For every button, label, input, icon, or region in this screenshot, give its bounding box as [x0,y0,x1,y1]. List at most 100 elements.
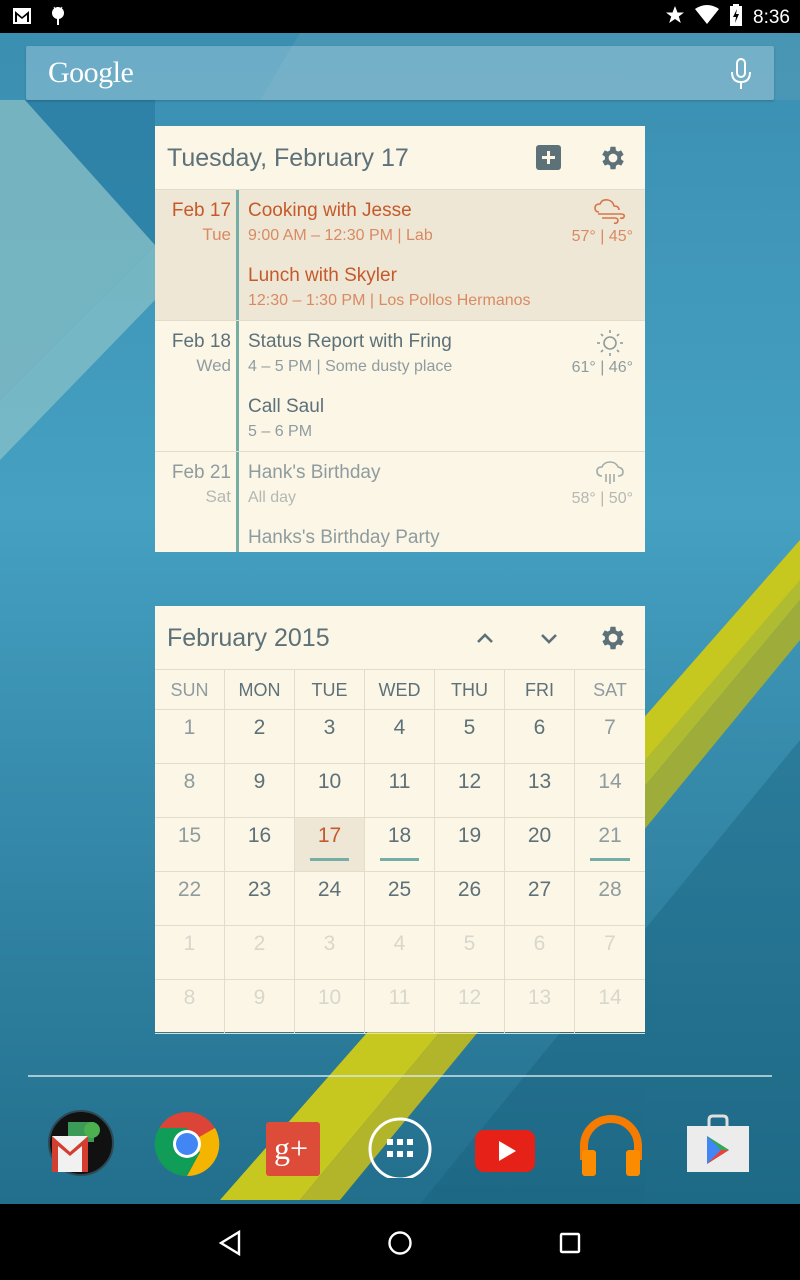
day-number: 4 [393,932,406,955]
calendar-day-cell[interactable]: 1 [155,710,225,764]
android-debug-icon [50,6,66,31]
calendar-day-cell[interactable]: 23 [225,872,295,926]
gear-icon[interactable] [598,143,628,178]
calendar-day-cell[interactable]: 12 [435,764,505,818]
app-drawer-icon[interactable] [365,1108,435,1181]
calendar-day-cell[interactable]: 22 [155,872,225,926]
google-logo: Google [48,56,134,89]
calendar-day-cell[interactable]: 4 [365,710,435,764]
back-icon[interactable] [215,1228,245,1258]
day-date: Feb 17 [171,200,231,221]
event-item[interactable]: Lunch with Skyler 12:30 – 1:30 PM | Los … [239,255,645,320]
event-title: Cooking with Jesse [248,200,412,221]
chevron-up-icon[interactable] [473,628,497,653]
star-icon [665,5,685,30]
calendar-day-cell-next-month[interactable]: 7 [575,926,645,980]
day-number: 7 [604,716,616,739]
day-number: 12 [457,986,482,1009]
day-label: Feb 18 Wed [155,331,231,379]
calendar-day-cell-next-month[interactable]: 5 [435,926,505,980]
calendar-day-cell[interactable]: 21 [575,818,645,872]
day-number: 2 [253,932,266,955]
calendar-day-cell-next-month[interactable]: 6 [505,926,575,980]
agenda-day-feb21[interactable]: Feb 21 Sat 58° | 50° Hank's Birthday All… [155,452,645,552]
google-search-bar[interactable]: Google [26,46,774,100]
headphones-icon[interactable] [576,1108,646,1178]
calendar-day-cell-next-month[interactable]: 11 [365,980,435,1034]
month-header: February 2015 [155,606,645,670]
agenda-title[interactable]: Tuesday, February 17 [167,144,409,173]
calendar-day-cell[interactable]: 27 [505,872,575,926]
calendar-day-cell[interactable]: 13 [505,764,575,818]
youtube-icon[interactable] [470,1108,540,1178]
calendar-day-cell[interactable]: 17 [295,818,365,872]
agenda-day-feb18[interactable]: Feb 18 Wed 61° | 46° Status Report with … [155,321,645,452]
gmail-notification-icon [12,7,32,30]
weekday-label: TUE [295,670,365,710]
agenda-header: Tuesday, February 17 [155,126,645,190]
chrome-icon[interactable] [152,1108,222,1178]
calendar-day-cell-next-month[interactable]: 10 [295,980,365,1034]
day-number: 12 [457,770,482,793]
calendar-day-cell[interactable]: 24 [295,872,365,926]
google-plus-icon[interactable]: g+ [258,1108,328,1178]
home-icon[interactable] [385,1228,415,1258]
calendar-day-cell-next-month[interactable]: 13 [505,980,575,1034]
calendar-day-cell[interactable]: 26 [435,872,505,926]
add-event-icon[interactable] [536,145,561,170]
day-number: 10 [317,986,342,1009]
day-weekday: Tue [202,225,231,244]
play-store-icon[interactable] [683,1108,753,1178]
calendar-day-cell-next-month[interactable]: 2 [225,926,295,980]
event-details: 9:00 AM – 12:30 PM | Lab [248,227,433,244]
google-plus-label: g+ [274,1130,309,1166]
calendar-day-cell[interactable]: 3 [295,710,365,764]
calendar-day-cell-next-month[interactable]: 4 [365,926,435,980]
weekday-label: SAT [575,670,645,710]
event-list: Hank's Birthday All day Hanks's Birthday… [236,452,645,552]
calendar-day-cell-next-month[interactable]: 8 [155,980,225,1034]
calendar-day-cell[interactable]: 5 [435,710,505,764]
recents-icon[interactable] [555,1228,585,1258]
agenda-day-feb17[interactable]: Feb 17 Tue 57° | 45° Cooking with Jesse … [155,190,645,321]
calendar-day-cell[interactable]: 14 [575,764,645,818]
calendar-day-cell-next-month[interactable]: 12 [435,980,505,1034]
calendar-day-cell[interactable]: 19 [435,818,505,872]
month-title[interactable]: February 2015 [167,624,330,653]
calendar-day-cell[interactable]: 18 [365,818,435,872]
event-item[interactable]: Call Saul 5 – 6 PM [239,386,645,451]
calendar-day-cell[interactable]: 7 [575,710,645,764]
calendar-day-cell-next-month[interactable]: 14 [575,980,645,1034]
chevron-down-icon[interactable] [537,628,561,653]
calendar-day-cell-next-month[interactable]: 3 [295,926,365,980]
event-item[interactable]: Hanks's Birthday Party [239,517,645,552]
event-indicator [590,858,630,861]
gear-icon[interactable] [598,623,628,658]
calendar-day-cell[interactable]: 2 [225,710,295,764]
calendar-day-cell[interactable]: 28 [575,872,645,926]
mic-icon[interactable] [730,58,752,95]
event-indicator [310,858,349,861]
day-number: 20 [527,824,552,847]
calendar-day-cell[interactable]: 11 [365,764,435,818]
calendar-day-cell[interactable]: 8 [155,764,225,818]
calendar-day-cell[interactable]: 16 [225,818,295,872]
event-item[interactable]: Cooking with Jesse 9:00 AM – 12:30 PM | … [239,190,645,255]
event-details: 4 – 5 PM | Some dusty place [248,358,453,375]
calendar-day-cell[interactable]: 10 [295,764,365,818]
calendar-day-cell[interactable]: 6 [505,710,575,764]
calendar-day-cell[interactable]: 25 [365,872,435,926]
calendar-day-cell-next-month[interactable]: 9 [225,980,295,1034]
day-number: 14 [598,986,622,1009]
calendar-day-cell[interactable]: 15 [155,818,225,872]
event-item[interactable]: Status Report with Fring 4 – 5 PM | Some… [239,321,645,386]
month-calendar-widget: February 2015 SUN MON TUE WED THU FRI SAT 1234… [155,606,645,1034]
day-number: 16 [247,824,272,847]
day-weekday: Wed [196,356,231,375]
calendar-day-cell[interactable]: 9 [225,764,295,818]
calendar-day-cell[interactable]: 20 [505,818,575,872]
calendar-day-cell-next-month[interactable]: 1 [155,926,225,980]
day-number: 26 [457,878,482,901]
gmail-folder-icon[interactable] [46,1108,116,1178]
event-item[interactable]: Hank's Birthday All day [239,452,645,517]
